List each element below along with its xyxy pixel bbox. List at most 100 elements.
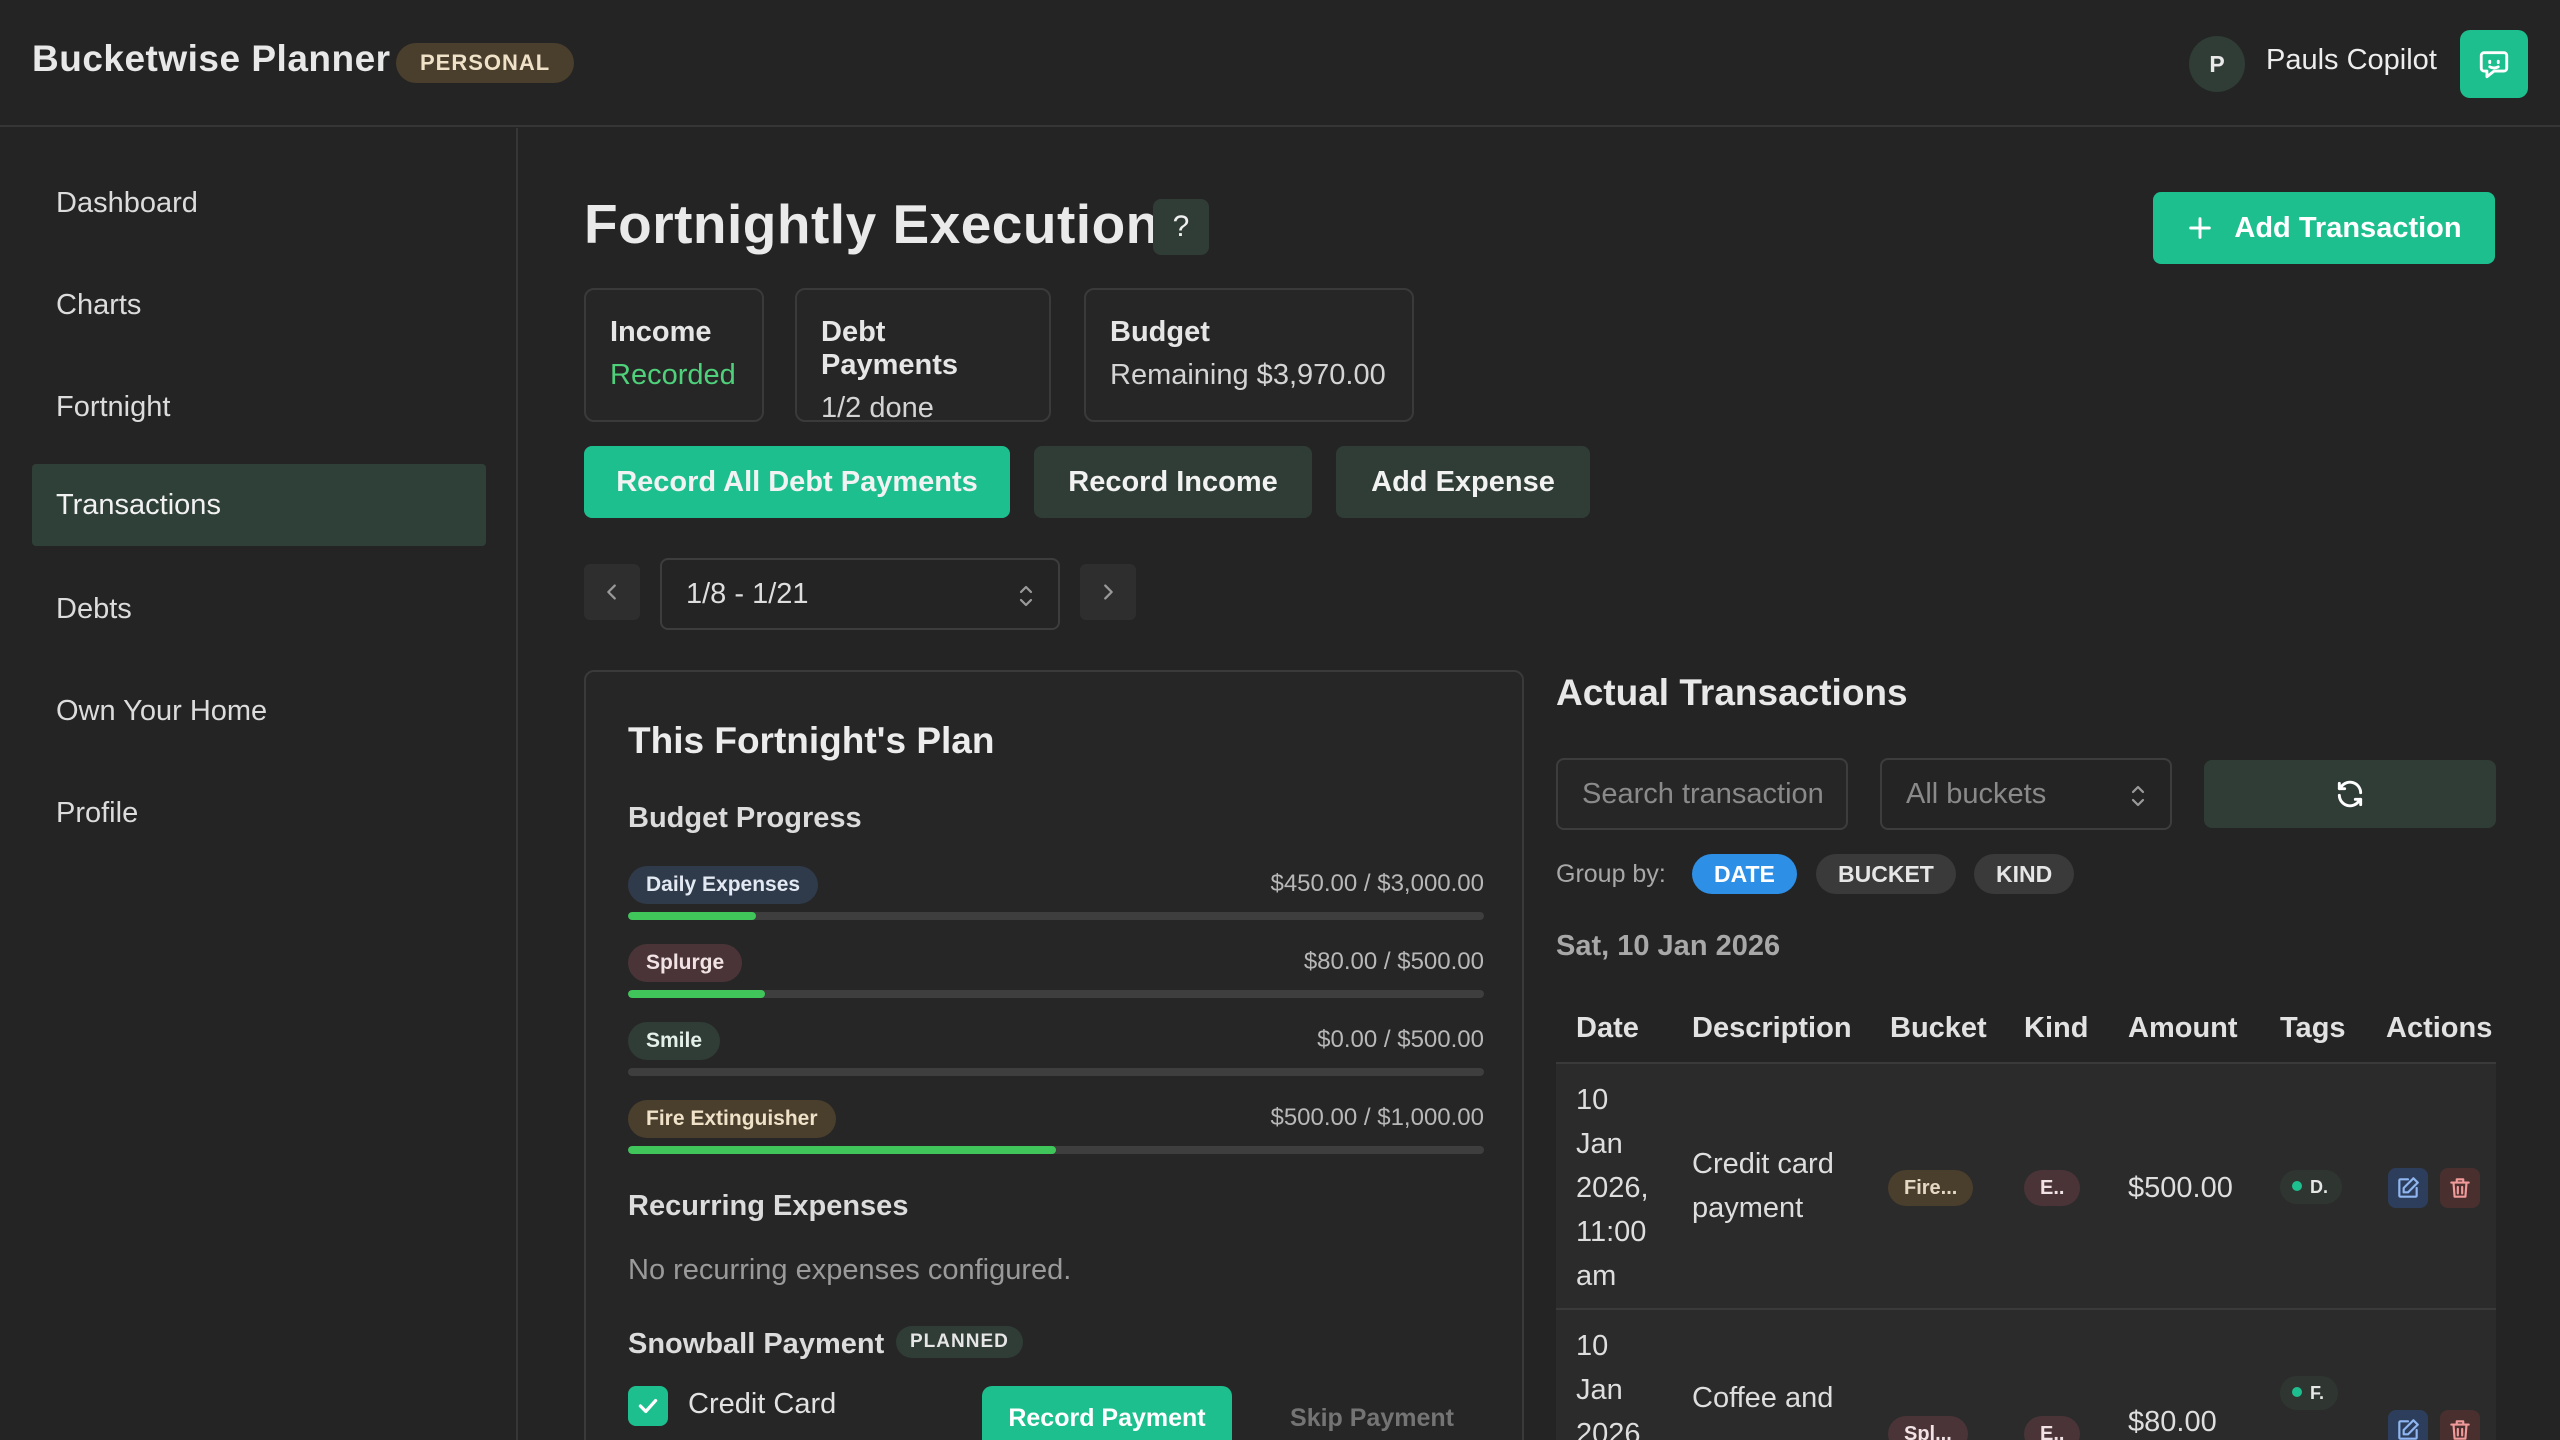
sidebar-item-dashboard[interactable]: Dashboard bbox=[32, 162, 486, 244]
date-line: 11:00 bbox=[1576, 1216, 1647, 1248]
budget-amount: $500.00 / $1,000.00 bbox=[1270, 1104, 1484, 1131]
budget-progress-track bbox=[628, 990, 1484, 998]
column-header[interactable]: Date bbox=[1576, 1012, 1639, 1045]
budget-amount: $450.00 / $3,000.00 bbox=[1270, 870, 1484, 897]
sidebar-item-own-your-home[interactable]: Own Your Home bbox=[32, 670, 486, 752]
add-expense-button[interactable]: Add Expense bbox=[1336, 446, 1590, 518]
group-by-kind-chip[interactable]: KIND bbox=[1974, 854, 2075, 894]
search-input[interactable] bbox=[1556, 758, 1848, 830]
description-line: payment bbox=[1692, 1192, 1804, 1224]
date-line: am bbox=[1576, 1260, 1617, 1292]
chevron-up-down-icon bbox=[1019, 585, 1033, 607]
budget-row-splurge: Splurge $80.00 / $500.00 bbox=[628, 944, 1484, 1004]
bucket-tag: Smile bbox=[628, 1022, 721, 1060]
date-line: Jan bbox=[1576, 1374, 1623, 1406]
stat-label: Budget bbox=[1110, 316, 1210, 348]
date-cell: 10 Jan 2026, 11:00 am bbox=[1576, 1078, 1649, 1298]
budget-status-card: Budget Remaining $3,970.00 bbox=[1084, 288, 1414, 422]
edit-button[interactable] bbox=[2388, 1410, 2428, 1440]
tag-chip: D. bbox=[2280, 1170, 2342, 1204]
refresh-button[interactable] bbox=[2204, 760, 2496, 828]
previous-fortnight-button[interactable] bbox=[584, 564, 640, 620]
stat-label: Income bbox=[610, 316, 712, 348]
date-line: 10 bbox=[1576, 1330, 1609, 1362]
date-cell: 10 Jan 2026 bbox=[1576, 1324, 1641, 1440]
status-badge: PLANNED bbox=[896, 1326, 1023, 1358]
sidebar-item-fortnight[interactable]: Fortnight bbox=[32, 366, 486, 448]
workspace-badge: PERSONAL bbox=[396, 43, 575, 83]
bucket-filter-select[interactable]: All buckets bbox=[1880, 758, 2172, 830]
next-fortnight-button[interactable] bbox=[1080, 564, 1136, 620]
sidebar-item-profile[interactable]: Profile bbox=[32, 772, 486, 854]
fortnight-range-select[interactable]: 1/8 - 1/21 bbox=[660, 558, 1060, 630]
budget-progress-track bbox=[628, 1068, 1484, 1076]
plan-title: This Fortnight's Plan bbox=[628, 720, 995, 761]
budget-progress-fill bbox=[628, 912, 757, 920]
date-line: 2026, bbox=[1576, 1172, 1649, 1204]
table-row[interactable]: 10 Jan 2026, 11:00 am Credit card paymen… bbox=[1556, 1064, 2496, 1308]
transactions-title: Actual Transactions bbox=[1556, 672, 1908, 713]
skip-payment-button[interactable]: Skip Payment bbox=[1252, 1386, 1492, 1440]
sidebar-item-debts[interactable]: Debts bbox=[32, 568, 486, 650]
description-cell: Credit card payment bbox=[1692, 1142, 1834, 1230]
date-line: Jan bbox=[1576, 1128, 1623, 1160]
group-by-bucket-chip[interactable]: BUCKET bbox=[1816, 854, 1956, 894]
record-all-debt-payments-button[interactable]: Record All Debt Payments bbox=[584, 446, 1010, 518]
debt-name: Credit Card bbox=[688, 1388, 837, 1420]
avatar[interactable]: P bbox=[2189, 36, 2245, 92]
plus-icon bbox=[2189, 217, 2212, 239]
delete-button[interactable] bbox=[2440, 1168, 2480, 1208]
bucket-tag: Splurge bbox=[628, 944, 743, 982]
budget-amount: $0.00 / $500.00 bbox=[1317, 1026, 1484, 1053]
table-row[interactable]: 10 Jan 2026 Coffee and Spl... E.. $80.00… bbox=[1556, 1310, 2496, 1440]
chat-bubble-icon bbox=[2479, 51, 2509, 79]
record-income-button[interactable]: Record Income bbox=[1034, 446, 1312, 518]
delete-button[interactable] bbox=[2440, 1410, 2480, 1440]
budget-progress-title: Budget Progress bbox=[628, 802, 862, 834]
budget-amount: $80.00 / $500.00 bbox=[1303, 948, 1484, 975]
column-header[interactable]: Tags bbox=[2280, 1012, 2346, 1045]
chevron-left-icon bbox=[607, 584, 616, 600]
column-header[interactable]: Amount bbox=[2128, 1012, 2238, 1045]
kind-chip: E.. bbox=[2024, 1416, 2081, 1440]
snowball-payment-title: Snowball Payment bbox=[628, 1328, 885, 1360]
stat-label: Debt Payments bbox=[821, 316, 959, 381]
description-line: Credit card bbox=[1692, 1148, 1834, 1180]
budget-row-daily-expenses: Daily Expenses $450.00 / $3,000.00 bbox=[628, 866, 1484, 926]
check-icon bbox=[638, 1398, 658, 1414]
chat-button[interactable] bbox=[2460, 30, 2528, 98]
kind-chip: E.. bbox=[2024, 1170, 2081, 1206]
column-header[interactable]: Description bbox=[1692, 1012, 1852, 1045]
amount-cell: $500.00 bbox=[2128, 1172, 2233, 1204]
stat-value: 1/2 done bbox=[821, 392, 934, 424]
sidebar-item-transactions[interactable]: Transactions bbox=[32, 464, 486, 546]
tag-dot bbox=[2292, 1387, 2302, 1398]
bucket-tag: Fire Extinguisher bbox=[628, 1100, 836, 1138]
tag-chip: F. bbox=[2280, 1376, 2339, 1410]
stat-value: Remaining $3,970.00 bbox=[1110, 359, 1386, 391]
group-by-date-chip[interactable]: DATE bbox=[1692, 854, 1797, 894]
bucket-chip: Fire... bbox=[1888, 1170, 1974, 1206]
app-brand[interactable]: Bucketwise Planner bbox=[32, 38, 391, 80]
record-payment-button[interactable]: Record Payment bbox=[982, 1386, 1232, 1440]
amount-cell: $80.00 bbox=[2128, 1406, 2217, 1438]
edit-button[interactable] bbox=[2388, 1168, 2428, 1208]
debt-payments-status-card: Debt Payments 1/2 done bbox=[795, 288, 1051, 424]
stat-value: Recorded bbox=[610, 359, 736, 391]
add-transaction-button[interactable]: Add Transaction bbox=[2153, 192, 2495, 264]
sidebar-item-charts[interactable]: Charts bbox=[32, 264, 486, 346]
budget-progress-fill bbox=[628, 990, 765, 998]
chevron-right-icon bbox=[1104, 584, 1113, 600]
column-header[interactable]: Actions bbox=[2386, 1012, 2492, 1045]
bucket-chip: Spl... bbox=[1888, 1416, 1968, 1440]
debt-checkbox[interactable] bbox=[628, 1386, 668, 1426]
description-cell: Coffee and bbox=[1692, 1376, 1833, 1420]
help-button[interactable]: ? bbox=[1153, 199, 1209, 255]
chevron-up-down-icon bbox=[2131, 785, 2145, 807]
budget-progress-track bbox=[628, 912, 1484, 920]
user-name[interactable]: Pauls Copilot bbox=[2266, 44, 2437, 77]
page-title: Fortnightly Execution bbox=[584, 193, 1160, 255]
date-line: 2026 bbox=[1576, 1418, 1641, 1440]
column-header[interactable]: Bucket bbox=[1890, 1012, 1987, 1045]
column-header[interactable]: Kind bbox=[2024, 1012, 2088, 1045]
